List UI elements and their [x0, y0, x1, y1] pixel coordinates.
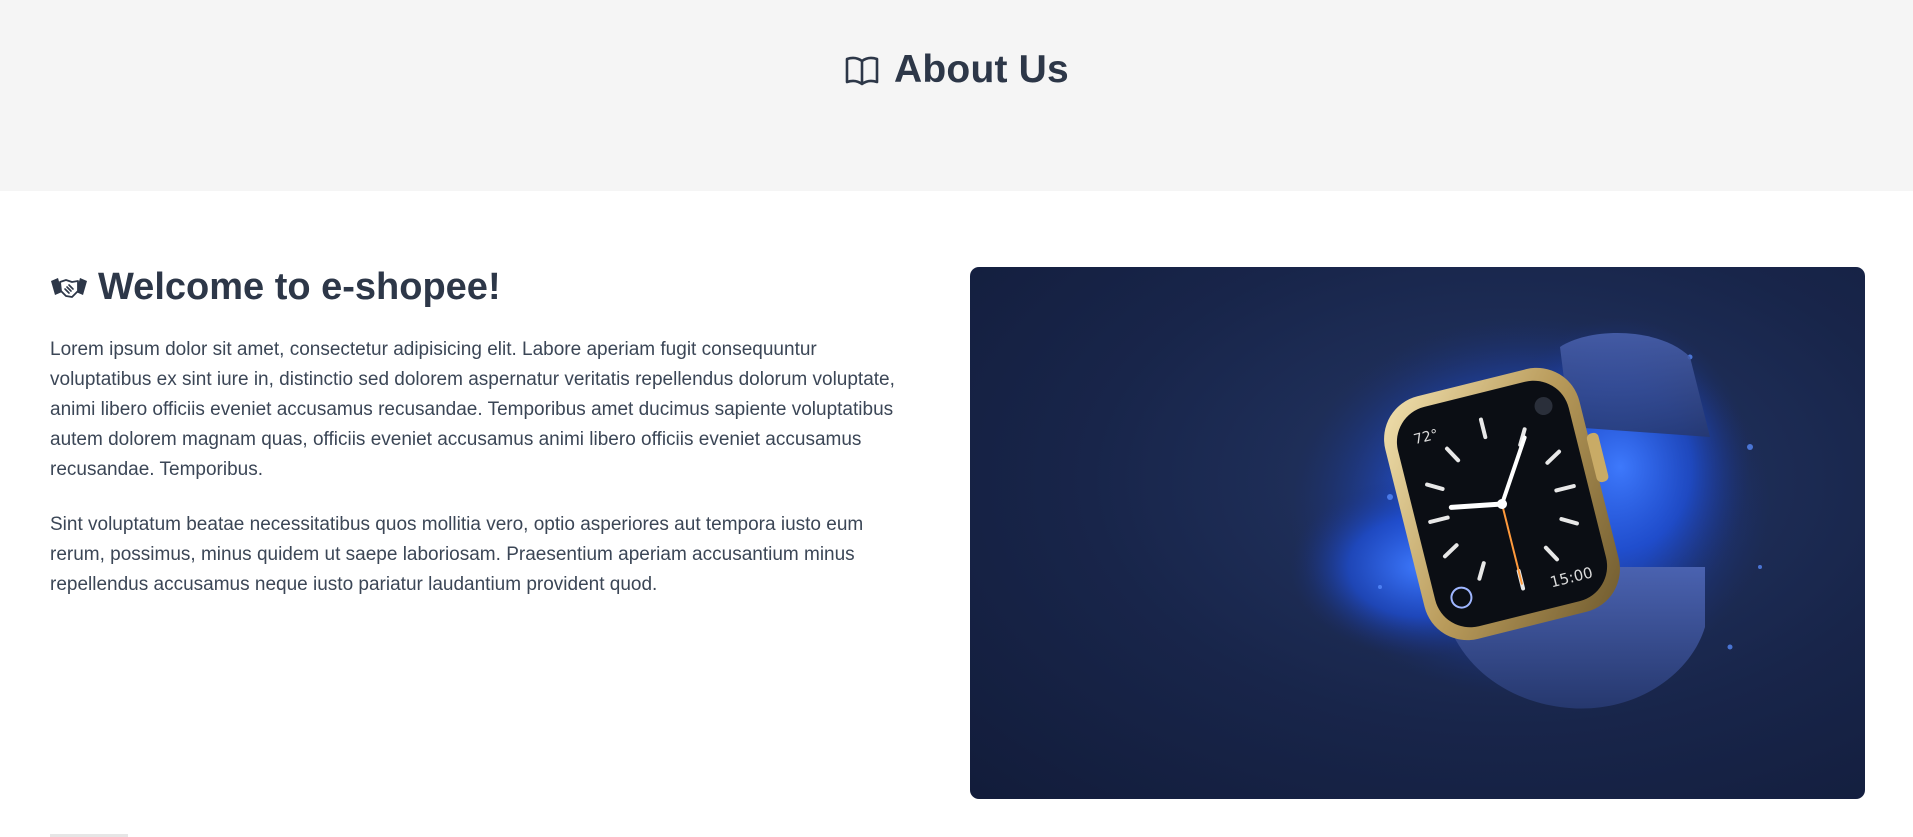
about-paragraph-2: Sint voluptatum beatae necessitatibus qu… [50, 514, 864, 595]
welcome-heading-row: Welcome to e-shopee! [50, 266, 920, 309]
welcome-section: Welcome to e-shopee! Lorem ipsum dolor s… [50, 266, 920, 625]
about-paragraph-1: Lorem ipsum dolor sit amet, consectetur … [50, 339, 895, 480]
about-hero: About Us [0, 0, 1913, 191]
book-icon [844, 52, 880, 88]
smartwatch-illustration: 72° 15:00 [1290, 317, 1770, 709]
hero-product-image: 72° 15:00 [970, 267, 1865, 799]
page-title: About Us [894, 48, 1069, 91]
page-title-wrap: About Us [0, 48, 1913, 92]
welcome-heading: Welcome to e-shopee! [98, 266, 501, 308]
handshake-icon [50, 273, 88, 303]
